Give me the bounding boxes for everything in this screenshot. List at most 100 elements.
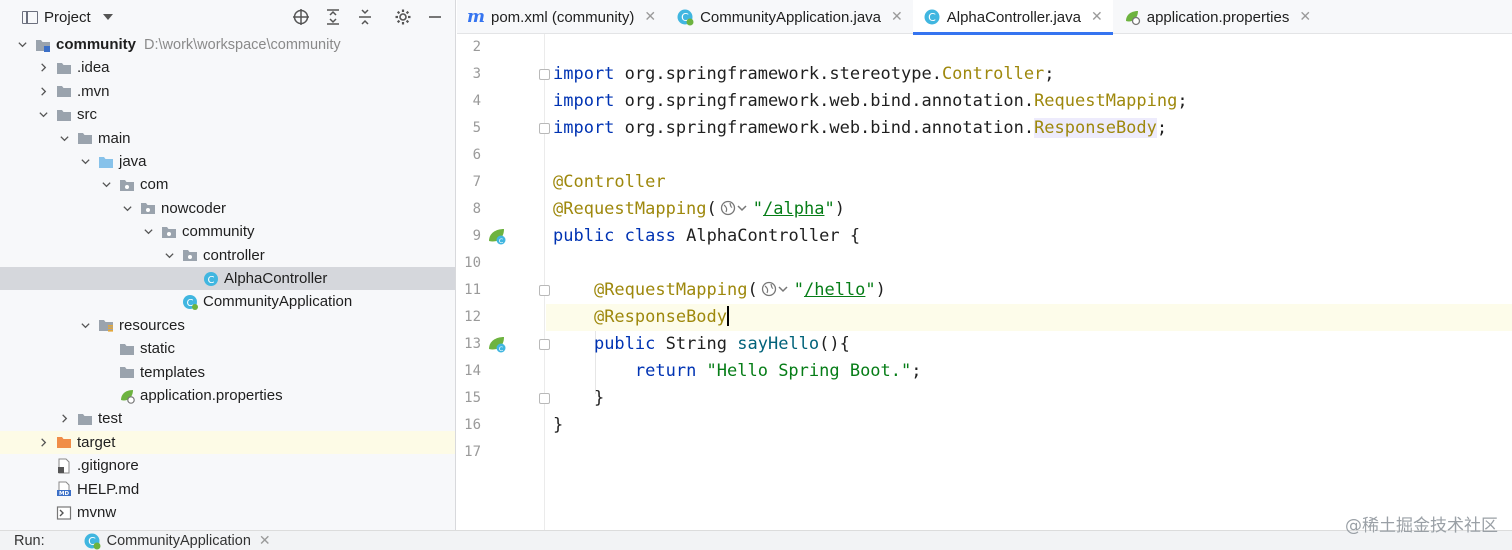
tree-node-test[interactable]: test: [0, 407, 455, 430]
code-line-13: public String sayHello(){: [593, 334, 850, 354]
chevron-down-icon[interactable]: [102, 14, 113, 20]
line-number: 8: [472, 201, 481, 217]
line-number: 11: [464, 282, 481, 298]
globe-icon[interactable]: [760, 280, 792, 298]
tree-node-label: mvnw: [77, 504, 117, 521]
tab-alpha-controller[interactable]: C AlphaController.java ✕: [912, 0, 1113, 35]
tree-node-label: CommunityApplication: [203, 293, 353, 311]
fold-marker-icon[interactable]: [539, 393, 550, 404]
close-icon[interactable]: ✕: [891, 9, 903, 25]
minimize-icon[interactable]: [425, 7, 445, 27]
url-path-link[interactable]: /alpha: [763, 199, 824, 219]
tab-pom-xml[interactable]: m pom.xml (community) ✕: [457, 0, 666, 34]
tree-node-mvnw[interactable]: mvnw: [0, 501, 455, 524]
tree-node-static[interactable]: static: [0, 337, 455, 360]
module-folder-icon: [35, 37, 51, 53]
tree-node-mvn[interactable]: .mvn: [0, 80, 455, 103]
gear-icon[interactable]: [393, 7, 413, 27]
code-line-9: public class AlphaController {: [553, 226, 861, 246]
fold-marker-icon[interactable]: [539, 285, 550, 296]
code-line-8: @RequestMapping("/alpha"): [553, 199, 845, 219]
tab-community-application[interactable]: C CommunityApplication.java ✕: [666, 0, 913, 34]
tree-node-label: .mvn: [77, 82, 110, 100]
tree-node-community[interactable]: community D:\work\workspace\community: [0, 33, 455, 56]
source-folder-icon: [98, 154, 114, 170]
close-icon[interactable]: ✕: [1091, 9, 1103, 25]
tree-node-gitignore[interactable]: .gitignore: [0, 454, 455, 477]
tree-node-nowcoder[interactable]: nowcoder: [0, 197, 455, 220]
close-icon[interactable]: ✕: [259, 533, 271, 549]
tree-node-application-properties[interactable]: application.properties: [0, 384, 455, 407]
chevron-down-icon[interactable]: [100, 179, 112, 191]
chevron-down-icon[interactable]: [121, 202, 133, 214]
tree-node-controller[interactable]: controller: [0, 244, 455, 267]
tree-node-resources[interactable]: resources: [0, 314, 455, 337]
folder-icon: [56, 83, 72, 99]
spring-bean-gutter-icon[interactable]: C: [487, 226, 507, 246]
folder-icon: [119, 341, 135, 357]
line-number: 16: [464, 417, 481, 433]
tab-label: pom.xml (community): [491, 8, 635, 26]
fold-marker-icon[interactable]: [539, 123, 550, 134]
folder-icon: [56, 107, 72, 123]
tree-node-label: target: [77, 433, 116, 451]
chevron-down-icon[interactable]: [142, 226, 154, 238]
tree-node-templates[interactable]: templates: [0, 361, 455, 384]
select-opened-file-icon[interactable]: [291, 7, 311, 27]
expand-all-icon[interactable]: [323, 7, 343, 27]
java-class-icon: C: [203, 271, 219, 287]
chevron-right-icon[interactable]: [37, 436, 49, 448]
tree-node-community[interactable]: community: [0, 220, 455, 243]
tree-node-label: community: [182, 223, 255, 241]
project-view-selector[interactable]: Project: [44, 9, 91, 26]
text-caret: [727, 306, 729, 326]
url-path-link[interactable]: /hello: [804, 280, 865, 300]
tree-node-java[interactable]: java: [0, 150, 455, 173]
tree-node-alphacontroller[interactable]: C AlphaController: [0, 267, 455, 290]
chevron-down-icon[interactable]: [58, 132, 70, 144]
tree-node-src[interactable]: src: [0, 103, 455, 126]
tree-node-target[interactable]: target: [0, 430, 455, 454]
chevron-right-icon[interactable]: [37, 62, 49, 74]
close-icon[interactable]: ✕: [1299, 9, 1311, 25]
tree-node-label: controller: [203, 246, 265, 264]
tree-node-main[interactable]: main: [0, 127, 455, 150]
tab-application-properties[interactable]: application.properties ✕: [1113, 0, 1321, 34]
run-tool-window-bar: Run: C CommunityApplication ✕: [0, 530, 1512, 550]
chevron-down-icon[interactable]: [79, 319, 91, 331]
tab-label: AlphaController.java: [946, 8, 1081, 26]
code-line-16: }: [553, 415, 564, 435]
chevron-down-icon[interactable]: [16, 39, 28, 51]
close-icon[interactable]: ✕: [644, 9, 656, 25]
tree-node-label: src: [77, 106, 97, 124]
tree-node-com[interactable]: com: [0, 173, 455, 196]
code-editor[interactable]: import org.springframework.stereotype.Co…: [546, 34, 1512, 530]
chevron-right-icon[interactable]: [37, 85, 49, 97]
fold-marker-icon[interactable]: [539, 69, 550, 80]
line-number: 10: [464, 255, 481, 271]
tree-node-communityapplication[interactable]: C CommunityApplication: [0, 290, 455, 313]
svg-text:C: C: [928, 11, 936, 24]
code-line-7: @Controller: [553, 172, 666, 192]
tree-node-label: nowcoder: [161, 199, 227, 217]
collapse-all-icon[interactable]: [355, 7, 375, 27]
markdown-file-icon: MD: [56, 481, 72, 497]
fold-marker-icon[interactable]: [539, 339, 550, 350]
tree-node-help-md[interactable]: MD HELP.md: [0, 478, 455, 501]
package-icon: [182, 247, 198, 263]
tree-node-label: java: [119, 153, 147, 170]
watermark: @稀土掘金技术社区: [1345, 516, 1498, 536]
tree-node-idea[interactable]: .idea: [0, 56, 455, 79]
chevron-down-icon[interactable]: [79, 156, 91, 168]
chevron-right-icon[interactable]: [58, 413, 70, 425]
spring-bean-gutter-icon[interactable]: C: [487, 334, 507, 354]
line-number: 5: [472, 120, 481, 136]
chevron-down-icon[interactable]: [163, 249, 175, 261]
chevron-down-icon[interactable]: [37, 109, 49, 121]
resources-folder-icon: [98, 317, 114, 333]
globe-icon[interactable]: [719, 199, 751, 217]
spring-boot-class-icon: C: [182, 294, 198, 310]
run-config-tab[interactable]: C CommunityApplication ✕: [83, 532, 271, 550]
